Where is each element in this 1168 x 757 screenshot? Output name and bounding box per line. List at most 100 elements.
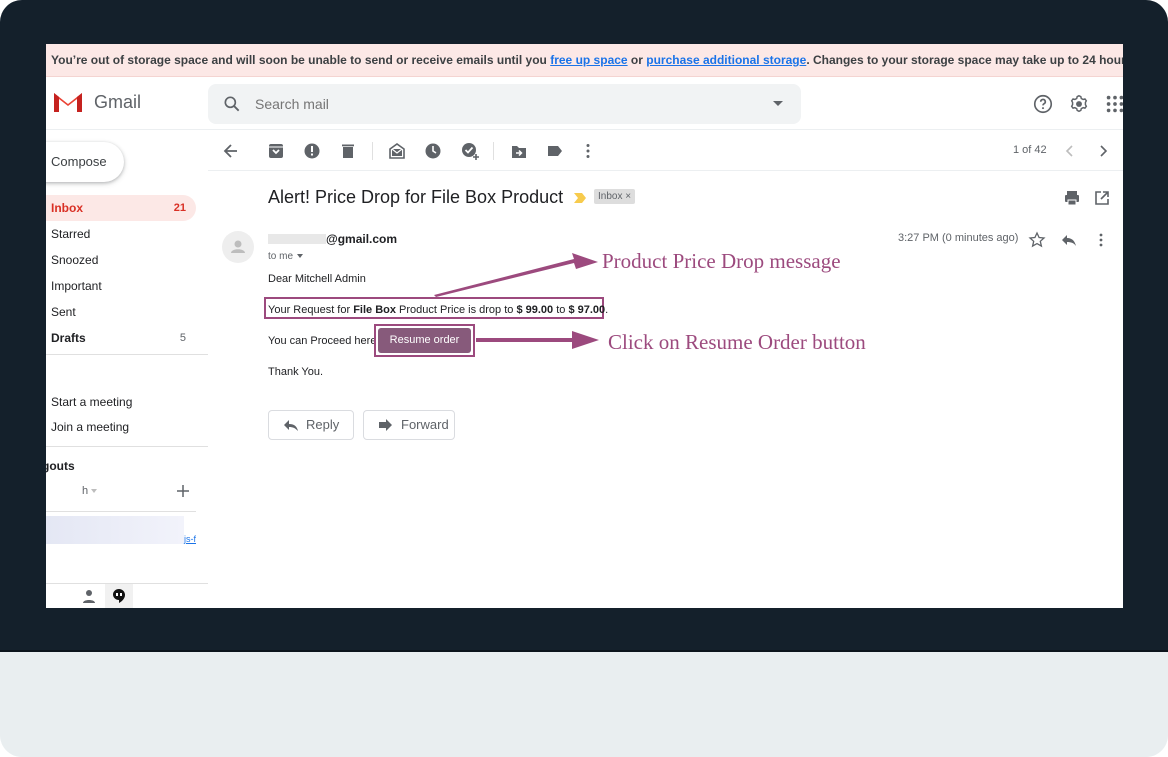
search-options-caret-icon[interactable] [773,101,783,106]
divider [46,511,196,512]
newer-chevron-left-icon[interactable] [1060,141,1080,161]
sidebar-item-inbox[interactable]: Inbox 21 [46,195,196,221]
delete-icon[interactable] [338,141,358,161]
resume-order-button[interactable]: Resume order [378,328,471,353]
device-frame: You’re out of storage space and will soo… [0,0,1168,757]
purchase-storage-link[interactable]: purchase additional storage [646,53,806,67]
blurred-sender-name [268,234,326,244]
reply-arrow-icon [284,420,298,431]
sidebar-item-label: Drafts [51,331,86,345]
email-greeting: Dear Mitchell Admin [268,273,366,285]
arrow-to-price-message-icon [434,253,598,297]
start-meeting-link[interactable]: Start a meeting [51,395,132,409]
annotation-price-drop: Product Price Drop message [602,249,841,273]
importance-marker-icon[interactable] [574,193,586,203]
back-arrow-icon[interactable] [221,141,241,161]
open-in-new-window-icon[interactable] [1093,189,1111,207]
mail-folders: Inbox 21 Starred Snoozed Important Sent … [46,195,196,351]
status-caret-icon [91,489,98,494]
snooze-clock-icon[interactable] [423,141,443,161]
recipient-text: to me [268,251,294,262]
hangouts-section-title: gouts [46,459,75,473]
sidebar-item-sent[interactable]: Sent [46,299,196,325]
reply-icon[interactable] [1060,231,1078,249]
price-drop-message: Your Request for File Box Product Price … [268,304,608,316]
compose-button[interactable]: Compose [46,142,124,182]
label-icon[interactable] [545,141,565,161]
inbox-label-chip: Inbox × [594,189,636,204]
forward-arrow-icon [379,419,392,431]
new-price: $ 97.00 [568,304,606,316]
top-bar: Gmail [46,77,1123,130]
sidebar-item-important[interactable]: Important [46,273,196,299]
sidebar-item-snoozed[interactable]: Snoozed [46,247,196,273]
gmail-logo[interactable]: Gmail [52,90,141,114]
sidebar-item-label: Starred [51,227,91,241]
recipient-details[interactable]: to me [268,251,304,262]
sidebar-item-label: Inbox [51,201,83,215]
banner-text: . Changes to your storage space may take… [806,53,1123,67]
email-signoff: Thank You. [268,366,324,378]
older-chevron-right-icon[interactable] [1093,141,1113,161]
sidebar-item-label: Snoozed [51,253,99,267]
hangouts-user[interactable]: h [82,485,98,497]
toolbar-separator [493,142,494,160]
hangouts-icon [113,589,125,603]
print-icon[interactable] [1063,189,1081,207]
move-to-icon[interactable] [509,141,529,161]
unread-count: 21 [173,202,186,214]
divider [46,446,208,447]
free-up-space-link[interactable]: free up space [550,53,627,67]
message-view: 1 of 42 Alert! Price Drop for File Box P… [208,131,1123,608]
forward-label: Forward [401,417,449,432]
search-icon[interactable] [222,94,242,114]
help-icon[interactable] [1032,93,1054,115]
old-price: $ 99.00 [516,304,554,316]
message-text: to [553,304,569,316]
blurred-hangouts-content [46,516,184,544]
settings-icon[interactable] [1068,93,1090,115]
message-text: . [605,304,609,316]
sidebar: Compose Inbox 21 Starred Snoozed Importa… [46,131,208,608]
join-meeting-link[interactable]: Join a meeting [51,420,129,434]
product-name: File Box [353,304,396,316]
pagination-count: 1 of 42 [1013,144,1047,156]
hangouts-link[interactable]: js-f [184,534,196,544]
reply-label: Reply [306,417,340,432]
hangouts-user-name: h [82,485,89,497]
details-caret-icon [297,254,304,259]
sidebar-item-label: Sent [51,305,76,319]
reply-button[interactable]: Reply [268,410,354,440]
annotation-click-resume: Click on Resume Order button [608,330,866,354]
gmail-screen: You’re out of storage space and will soo… [46,44,1123,608]
sidebar-item-starred[interactable]: Starred [46,221,196,247]
default-avatar-icon [231,240,245,253]
forward-button[interactable]: Forward [363,410,455,440]
more-options-icon[interactable] [578,141,598,161]
report-spam-icon[interactable] [302,141,322,161]
archive-icon[interactable] [266,141,286,161]
remove-label-icon[interactable]: × [625,191,631,202]
toolbar-separator [372,142,373,160]
add-to-tasks-icon[interactable] [460,141,480,161]
star-icon[interactable] [1028,231,1046,249]
storage-warning-banner: You’re out of storage space and will soo… [46,44,1123,77]
apps-grid-icon[interactable] [1104,93,1123,115]
arrow-to-resume-button-icon [476,331,599,349]
message-toolbar: 1 of 42 [208,131,1123,171]
message-text: Product Price is drop to [396,304,517,316]
divider [46,354,208,355]
sidebar-bottom-tabs [46,584,208,608]
add-contact-icon[interactable] [176,484,190,498]
message-more-icon[interactable] [1092,231,1110,249]
mark-unread-icon[interactable] [387,141,407,161]
message-text: Your Request for [268,304,354,316]
search-bar[interactable] [208,84,801,124]
sender-avatar[interactable] [222,231,254,263]
hangouts-tab[interactable] [105,584,133,608]
app-name: Gmail [94,91,142,112]
contacts-icon[interactable] [81,588,97,604]
sidebar-item-label: Important [51,279,102,293]
search-input[interactable] [255,84,735,124]
sidebar-item-drafts[interactable]: Drafts 5 [46,325,196,351]
